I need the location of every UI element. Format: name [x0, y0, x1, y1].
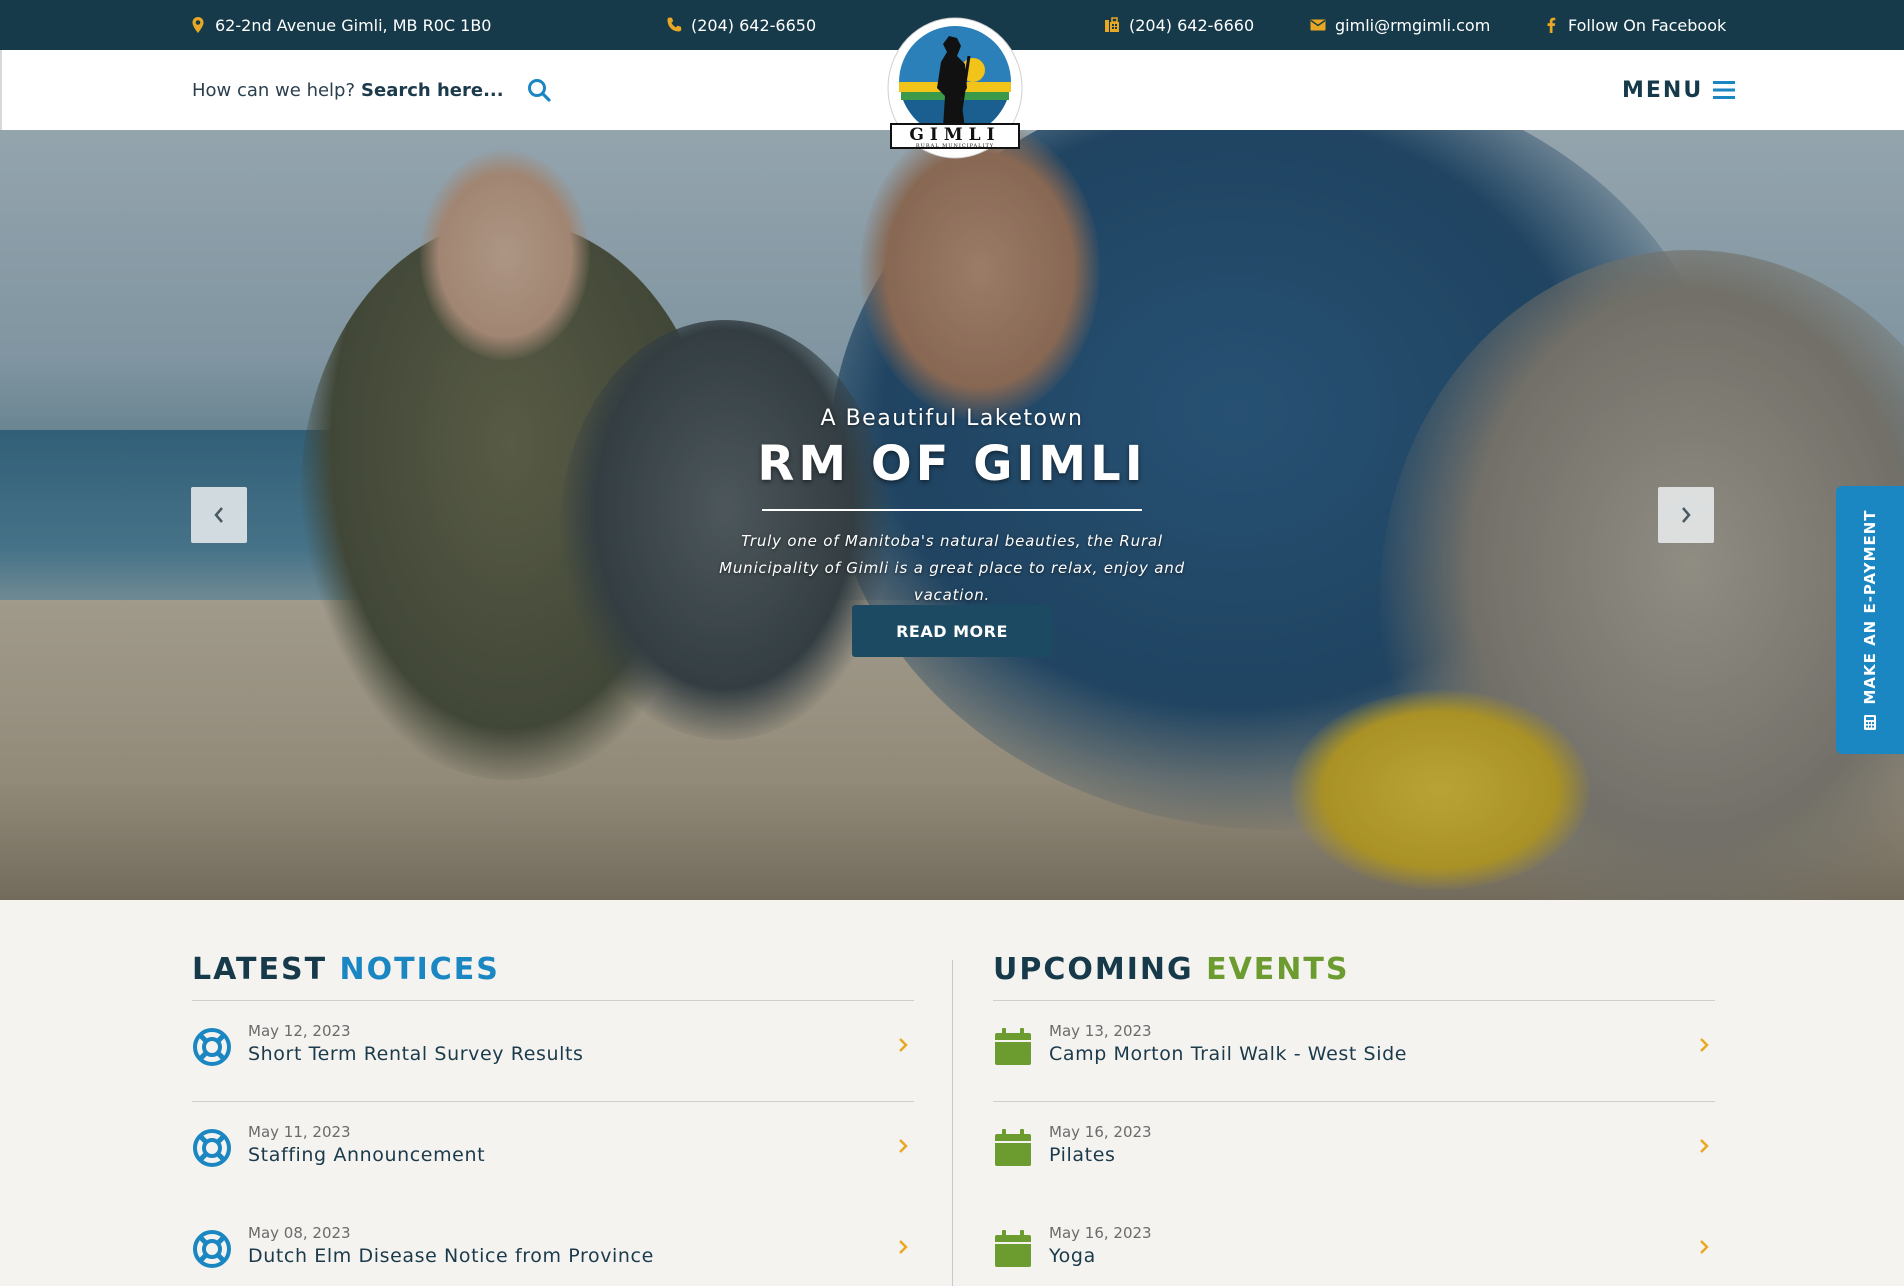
address-text: 62-2nd Avenue Gimli, MB R0C 1B0 [215, 15, 492, 35]
column-divider [952, 960, 953, 1286]
facebook-item[interactable]: Follow On Facebook [1543, 0, 1726, 50]
search-prompt: How can we help? [192, 79, 356, 101]
chevron-right-icon [899, 1240, 908, 1254]
read-more-button[interactable]: READ MORE [852, 605, 1052, 657]
slider-prev-button[interactable] [191, 487, 247, 543]
fax-item[interactable]: (204) 642-6660 [1104, 0, 1254, 50]
phone-icon [667, 17, 682, 32]
calendar-icon [995, 1230, 1031, 1267]
chevron-right-icon [1682, 507, 1691, 523]
fax-icon [1105, 17, 1119, 32]
fax-text: (204) 642-6660 [1129, 15, 1255, 35]
phone-item[interactable]: (204) 642-6650 [666, 0, 816, 50]
notice-date: May 08, 2023 [248, 1224, 351, 1242]
notice-row[interactable]: May 12, 2023 Short Term Rental Survey Re… [192, 900, 914, 1066]
chevron-right-icon [1700, 1240, 1709, 1254]
event-row[interactable]: May 16, 2023 Yoga [993, 1102, 1715, 1267]
event-row[interactable]: May 16, 2023 Pilates [993, 1001, 1715, 1166]
hero-caption: A Beautiful Laketown RM OF GIMLI Truly o… [0, 130, 1904, 900]
notice-row[interactable]: May 11, 2023 Staffing Announcement [192, 1001, 914, 1167]
chevron-left-icon [214, 507, 223, 523]
notice-title[interactable]: Dutch Elm Disease Notice from Province [248, 1245, 654, 1267]
slider-next-button[interactable] [1658, 487, 1714, 543]
e-payment-label-wrap: MAKE AN E-PAYMENT [1861, 509, 1879, 731]
event-row[interactable]: May 13, 2023 Camp Morton Trail Walk - We… [993, 900, 1715, 1065]
logo-emblem: GIMLI RURAL MUNICIPALITY [887, 17, 1023, 159]
event-title[interactable]: Yoga [1049, 1245, 1096, 1267]
hero-title: RM OF GIMLI [757, 436, 1147, 492]
facebook-text: Follow On Facebook [1568, 15, 1727, 35]
hero-slider: A Beautiful Laketown RM OF GIMLI Truly o… [0, 130, 1904, 900]
hamburger-icon [1713, 81, 1736, 99]
notice-row[interactable]: May 08, 2023 Dutch Elm Disease Notice fr… [192, 1102, 914, 1268]
search-bar[interactable]: How can we help? Search here... [192, 50, 552, 130]
e-payment-label: MAKE AN E-PAYMENT [1861, 509, 1879, 705]
logo-subtitle: RURAL MUNICIPALITY [916, 143, 994, 149]
menu-label: MENU [1622, 77, 1704, 103]
logo-name: GIMLI [909, 125, 1000, 145]
email-text: gimli@rmgimli.com [1335, 15, 1491, 35]
menu-button[interactable]: MENU [1622, 50, 1736, 130]
search-input[interactable]: Search here... [361, 80, 504, 101]
address-item[interactable]: 62-2nd Avenue Gimli, MB R0C 1B0 [190, 0, 491, 50]
email-item[interactable]: gimli@rmgimli.com [1310, 0, 1490, 50]
event-date: May 16, 2023 [1049, 1224, 1152, 1242]
content-section: LATEST NOTICES May 12, 2023 Short Term R… [0, 900, 1904, 1286]
hero-kicker: A Beautiful Laketown [820, 406, 1084, 431]
envelope-icon [1310, 19, 1326, 31]
search-icon[interactable] [526, 77, 552, 103]
map-pin-icon [192, 17, 204, 33]
calculator-icon [1864, 715, 1876, 731]
lifebuoy-icon [193, 1230, 231, 1268]
e-payment-tab[interactable]: MAKE AN E-PAYMENT [1836, 486, 1904, 754]
hero-divider [762, 509, 1142, 511]
hero-description: Truly one of Manitoba's natural beauties… [719, 532, 1185, 604]
phone-text: (204) 642-6650 [691, 15, 817, 35]
facebook-icon [1547, 17, 1556, 33]
gimli-logo[interactable]: GIMLI RURAL MUNICIPALITY [885, 16, 1025, 160]
